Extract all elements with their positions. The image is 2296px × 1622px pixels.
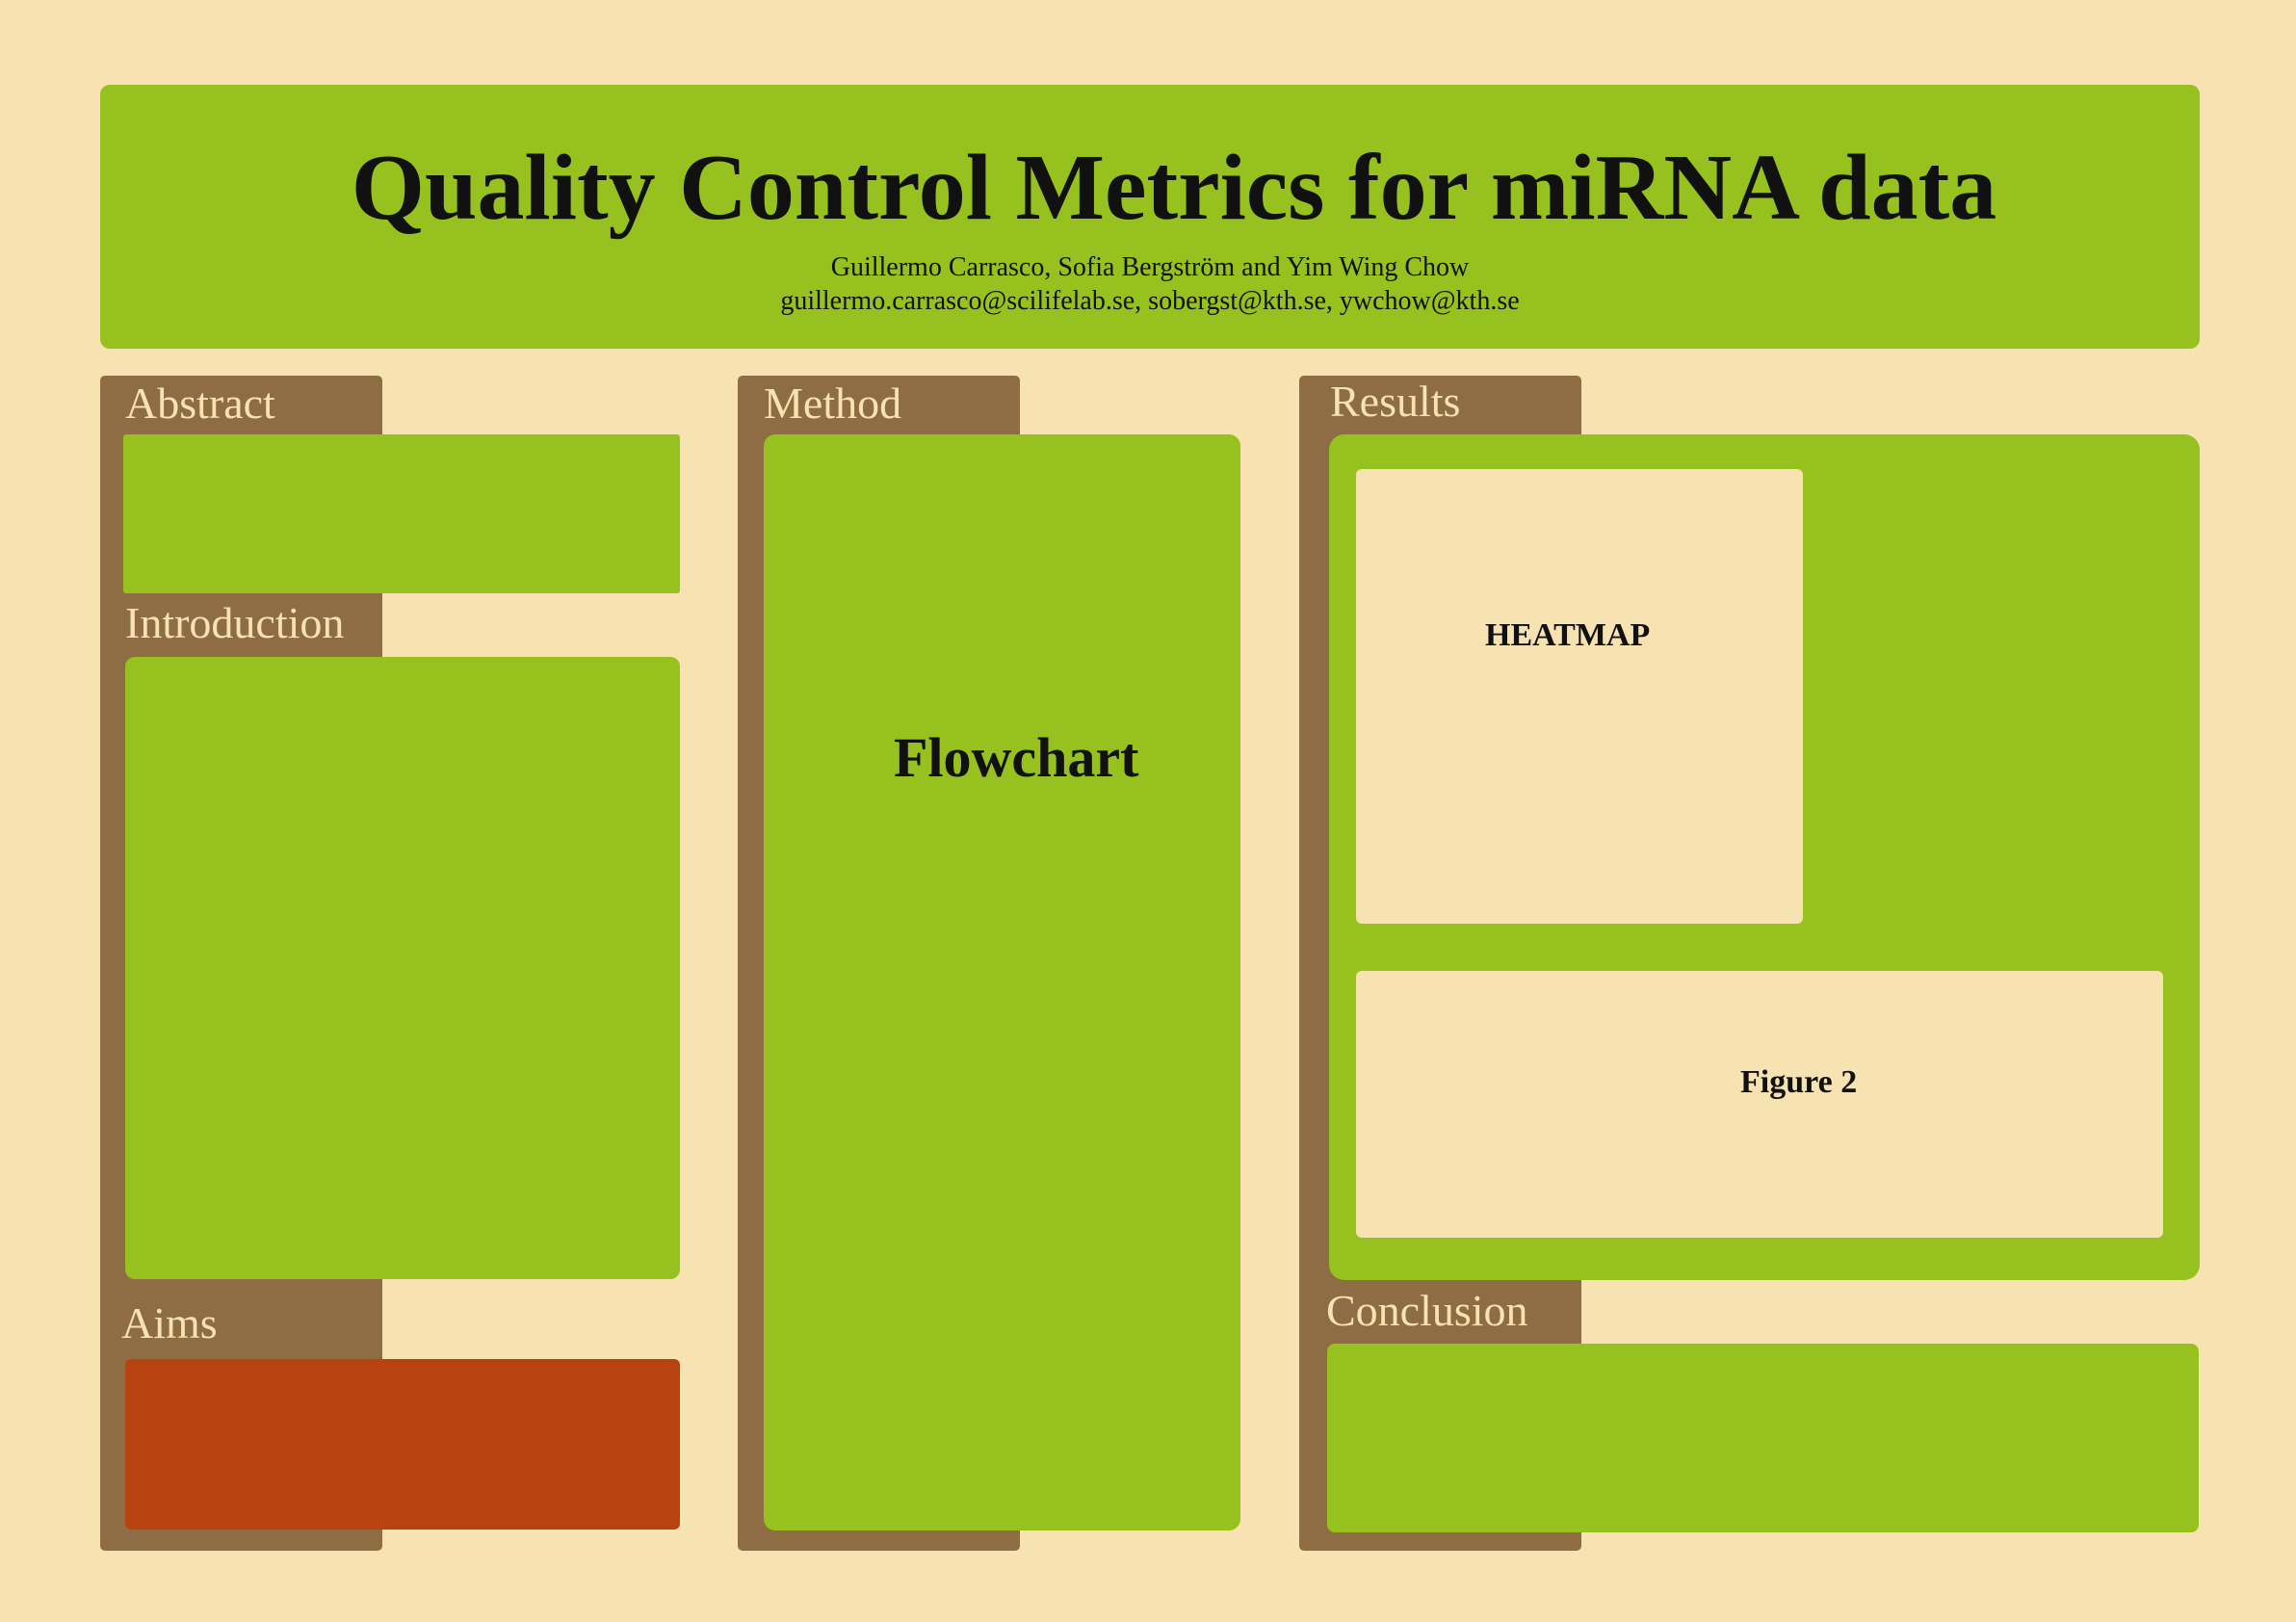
introduction-heading: Introduction xyxy=(125,598,345,647)
flowchart-placeholder: Flowchart xyxy=(894,726,1139,789)
heatmap-figure: HEATMAP xyxy=(1356,469,1803,924)
conclusion-panel xyxy=(1327,1344,2199,1532)
results-heading: Results xyxy=(1330,377,1461,426)
conclusion-heading: Conclusion xyxy=(1326,1286,1528,1335)
results-panel: HEATMAP Figure 2 xyxy=(1329,434,2200,1280)
figure-2: Figure 2 xyxy=(1356,971,2163,1238)
aims-heading: Aims xyxy=(121,1298,218,1347)
aims-panel xyxy=(125,1359,680,1530)
introduction-panel xyxy=(125,657,680,1279)
figure-2-label: Figure 2 xyxy=(1740,1064,1858,1100)
title-banner: Quality Control Metrics for miRNA data G… xyxy=(100,85,2200,349)
heatmap-label: HEATMAP xyxy=(1485,617,1651,653)
method-panel: Flowchart xyxy=(764,434,1240,1530)
poster-title: Quality Control Metrics for miRNA data xyxy=(351,136,1997,240)
abstract-heading: Abstract xyxy=(125,379,275,428)
authors-block: Guillermo Carrasco, Sofia Bergström and … xyxy=(100,250,2200,318)
method-heading: Method xyxy=(764,379,902,428)
author-emails: guillermo.carrasco@scilifelab.se, soberg… xyxy=(780,286,1520,316)
abstract-panel xyxy=(123,434,680,593)
author-names: Guillermo Carrasco, Sofia Bergström and … xyxy=(830,252,1470,282)
